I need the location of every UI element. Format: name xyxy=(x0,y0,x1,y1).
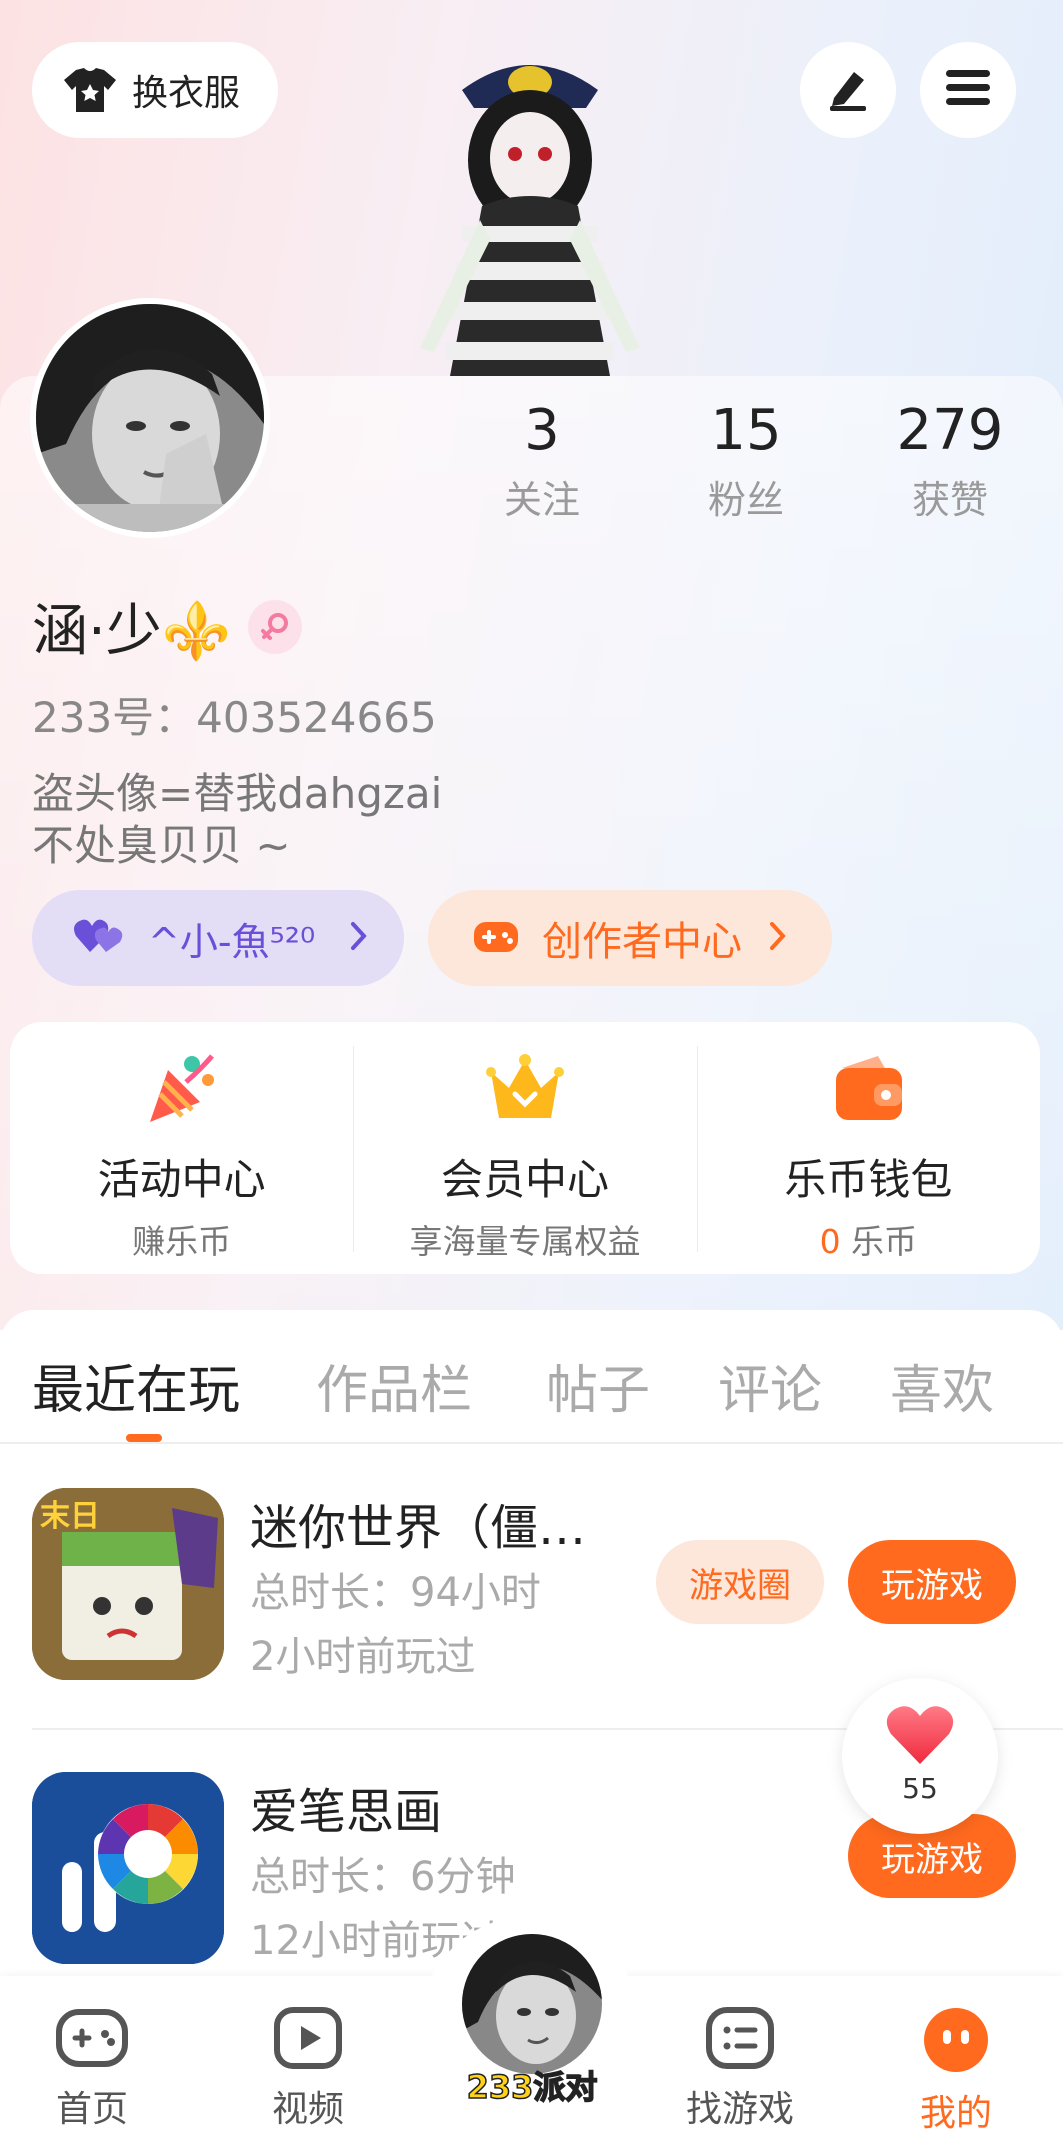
nav-home[interactable]: 首页 xyxy=(12,2006,172,2132)
double-heart-icon xyxy=(72,916,128,960)
gamepad-icon xyxy=(55,2006,129,2074)
followers-label: 粉丝 xyxy=(707,478,784,522)
game-name[interactable]: 爱笔思画 xyxy=(250,1772,442,1842)
mini-world-game-icon[interactable]: 末日 xyxy=(32,1488,224,1680)
nav-party-label: 233派对 xyxy=(466,2067,598,2107)
tab-recently-played[interactable]: 最近在玩 xyxy=(32,1348,240,1423)
ibis-paint-game-icon[interactable] xyxy=(32,1772,224,1964)
party-popper-icon xyxy=(142,1048,222,1132)
game-duration: 总时长：94小时 xyxy=(250,1570,541,1616)
tab-comments[interactable]: 评论 xyxy=(718,1348,822,1423)
crown-icon xyxy=(485,1048,565,1132)
chevron-right-icon xyxy=(349,920,369,956)
coin-balance: 0 xyxy=(819,1222,841,1261)
play-game-button[interactable]: 玩游戏 xyxy=(848,1540,1016,1624)
activity-center[interactable]: 活动中心 赚乐币 xyxy=(10,1022,353,1274)
nav-party[interactable]: 233派对 xyxy=(452,1932,612,2108)
coin-wallet-title: 乐币钱包 xyxy=(784,1155,953,1204)
game-circle-button[interactable]: 游戏圈 xyxy=(656,1540,824,1624)
profile-name-row: 涵·少⚜️ xyxy=(32,586,302,667)
nav-video-label: 视频 xyxy=(271,2089,344,2130)
nav-home-label: 首页 xyxy=(55,2089,128,2130)
play-icon xyxy=(273,2006,343,2074)
nav-find-games[interactable]: 找游戏 xyxy=(660,2006,820,2132)
nav-find-games-label: 找游戏 xyxy=(685,2089,794,2130)
svg-text:末日: 末日 xyxy=(40,1499,100,1534)
bio-line-2: 不处臭贝贝 ~ xyxy=(32,821,291,870)
gamepad-plus-icon xyxy=(472,916,520,960)
menu-button[interactable] xyxy=(920,42,1016,138)
member-center-sub: 享海量专属权益 xyxy=(409,1222,641,1261)
tab-works[interactable]: 作品栏 xyxy=(316,1348,472,1423)
friend-badge[interactable]: ^小-魚⁵²⁰ xyxy=(32,890,404,986)
chevron-right-icon xyxy=(768,920,788,956)
avatar-party-icon xyxy=(460,1932,604,2080)
wardrobe-button[interactable]: 换衣服 xyxy=(32,42,278,138)
following-count: 3 xyxy=(524,398,560,463)
nav-me-label: 我的 xyxy=(919,2093,992,2134)
edit-button[interactable] xyxy=(800,42,896,138)
member-center[interactable]: 会员中心 享海量专属权益 xyxy=(353,1022,696,1274)
heart-icon xyxy=(885,1704,955,1770)
floating-like-button[interactable]: 55 xyxy=(842,1678,998,1834)
avatar-3d-figure[interactable] xyxy=(400,30,660,376)
likes-count: 279 xyxy=(896,398,1004,463)
profile-name: 涵·少⚜️ xyxy=(32,599,232,664)
following-label: 关注 xyxy=(503,478,580,522)
creator-center-label: 创作者中心 xyxy=(542,919,742,965)
nav-me[interactable]: 我的 xyxy=(876,2006,1036,2136)
coin-wallet-sub: 0 乐币 xyxy=(820,1215,918,1263)
profile-avatar[interactable] xyxy=(30,298,270,538)
activity-center-sub: 赚乐币 xyxy=(132,1222,232,1261)
bottom-nav: 首页 视频 233派对 找游戏 我的 xyxy=(0,1916,1063,2152)
tab-posts[interactable]: 帖子 xyxy=(546,1348,650,1423)
member-center-title: 会员中心 xyxy=(440,1155,609,1204)
wardrobe-label: 换衣服 xyxy=(132,73,241,114)
game-last-played: 2小时前玩过 xyxy=(250,1634,476,1680)
likes-label: 获赞 xyxy=(911,478,988,522)
game-duration: 总时长：6分钟 xyxy=(250,1854,516,1900)
user-id[interactable]: 233号：403524665 xyxy=(32,684,437,745)
wallet-icon xyxy=(828,1048,908,1132)
activity-center-title: 活动中心 xyxy=(97,1155,266,1204)
active-tab-indicator xyxy=(126,1434,162,1442)
like-count: 55 xyxy=(902,1772,938,1805)
game-name[interactable]: 迷你世界（僵… xyxy=(250,1488,586,1558)
list-item[interactable]: 末日 迷你世界（僵… 总时长：94小时 2小时前玩过 游戏圈 玩游戏 xyxy=(0,1448,1063,1718)
stat-likes[interactable]: 279 获赞 xyxy=(870,398,1030,524)
creator-center-badge[interactable]: 创作者中心 xyxy=(428,890,832,986)
nav-video[interactable]: 视频 xyxy=(228,2006,388,2132)
friend-badge-label: ^小-魚⁵²⁰ xyxy=(148,919,316,964)
tab-likes[interactable]: 喜欢 xyxy=(890,1348,994,1423)
stat-following[interactable]: 3 关注 xyxy=(462,398,622,524)
coin-wallet[interactable]: 乐币钱包 0 乐币 xyxy=(696,1022,1040,1274)
stat-followers[interactable]: 15 粉丝 xyxy=(666,398,826,524)
tabs-divider xyxy=(0,1442,1063,1444)
shirt-icon xyxy=(62,66,118,114)
coin-unit: 乐币 xyxy=(840,1222,918,1261)
profile-dots-icon xyxy=(922,2006,990,2078)
list-icon xyxy=(705,2006,775,2074)
female-icon xyxy=(247,599,302,654)
hamburger-menu-icon xyxy=(944,68,992,112)
pencil-icon xyxy=(824,64,872,116)
quick-links-card: 活动中心 赚乐币 会员中心 享海量专属权益 乐币钱包 0 乐币 xyxy=(10,1022,1040,1274)
followers-count: 15 xyxy=(710,398,782,463)
